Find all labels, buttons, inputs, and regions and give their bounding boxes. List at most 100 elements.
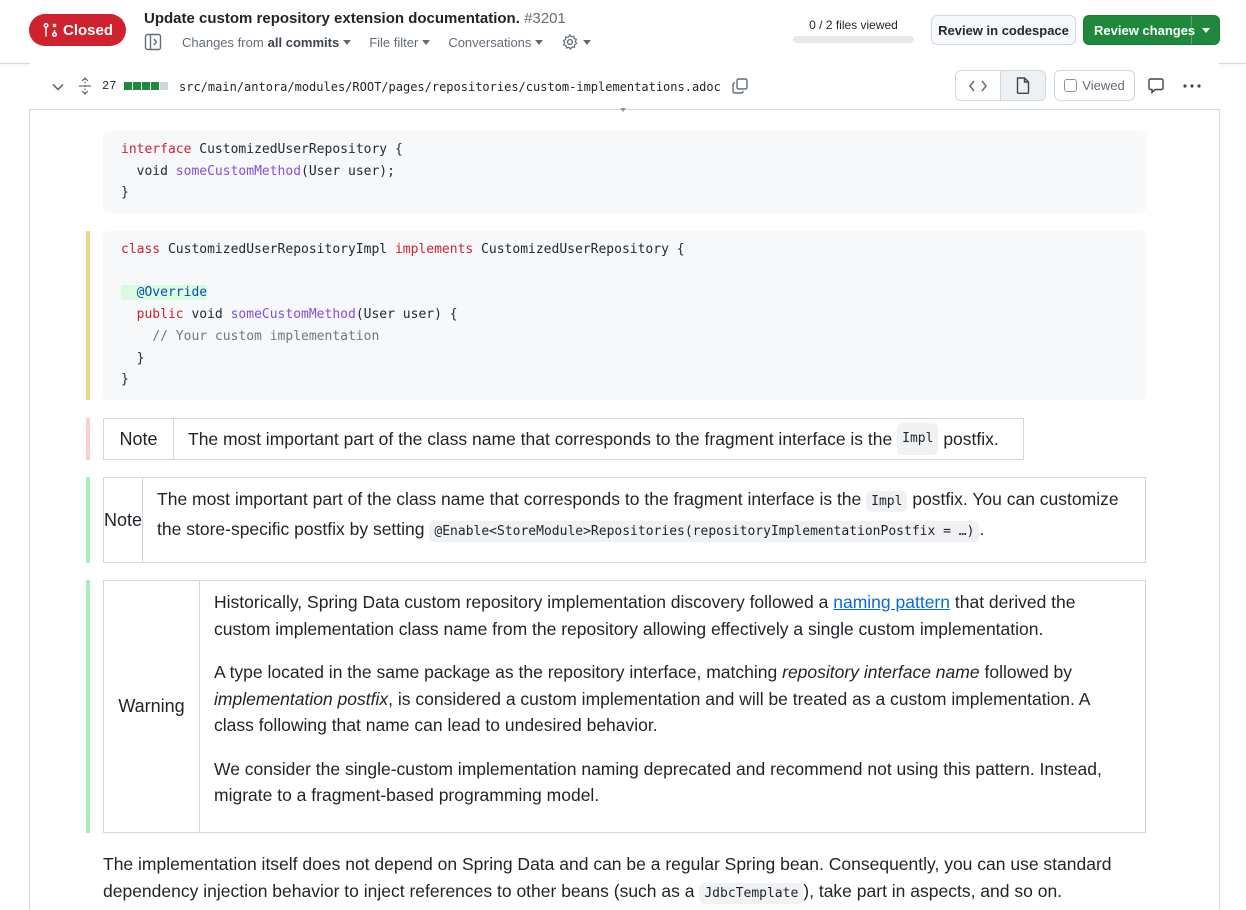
admonition-content: Historically, Spring Data custom reposit…	[200, 581, 1145, 832]
admonition-content: The most important part of the class nam…	[174, 419, 1013, 459]
code-text: CustomizedUserRepository {	[191, 142, 403, 157]
admonition-warning: Warning Historically, Spring Data custom…	[103, 580, 1146, 833]
admonition-text: The most important part of the class nam…	[188, 428, 893, 449]
rich-diff-button[interactable]	[1000, 71, 1045, 100]
inline-code: @Enable<StoreModule>Repositories(reposit…	[429, 520, 980, 542]
code-line: }	[121, 372, 129, 388]
pr-subnav: Changes from all commits File filter Con…	[144, 30, 609, 54]
code-block-interface: interface CustomizedUserRepository { voi…	[103, 131, 1146, 213]
admonition-text: postfix.	[943, 428, 999, 449]
diffstat-block	[133, 82, 141, 90]
code-text: CustomizedUserRepositoryImpl	[160, 242, 395, 257]
file-icon	[1016, 77, 1030, 94]
code-keyword: interface	[121, 142, 192, 157]
code-line: class CustomizedUserRepositoryImpl imple…	[121, 239, 1128, 261]
mark-viewed-button[interactable]: Viewed	[1054, 70, 1135, 101]
chevron-down-icon	[535, 39, 544, 45]
chevron-down-icon	[1201, 27, 1210, 33]
file-filter-dropdown[interactable]: File filter	[369, 34, 431, 50]
inline-code: Impl	[866, 491, 908, 512]
diffstat-block	[142, 82, 150, 90]
code-block-implementation: class CustomizedUserRepositoryImpl imple…	[103, 231, 1146, 400]
code-function: someCustomMethod	[230, 307, 356, 323]
pr-title[interactable]: Update custom repository extension docum…	[144, 10, 566, 27]
code-function: someCustomMethod	[175, 163, 302, 179]
admonition-content: The most important part of the class nam…	[143, 478, 1145, 562]
body-paragraph: The implementation itself does not depen…	[103, 851, 1143, 907]
chevron-down-icon	[422, 39, 431, 45]
naming-pattern-link[interactable]: naming pattern	[833, 592, 950, 612]
admonition-note-added: Note The most important part of the clas…	[103, 477, 1146, 563]
code-annotation-added: @Override	[121, 285, 208, 301]
pull-request-closed-icon	[43, 22, 58, 38]
commits-dropdown[interactable]: Changes from all commits	[182, 34, 352, 50]
code-text: (User user);	[301, 163, 395, 179]
code-line: void someCustomMethod(User user);	[121, 161, 1128, 183]
code-line: }	[121, 185, 129, 201]
change-indicator-added	[86, 477, 90, 563]
expand-all-icon[interactable]	[77, 77, 93, 95]
change-indicator-modified	[86, 231, 90, 400]
warning-text: followed by	[984, 662, 1073, 682]
warning-emphasis: repository interface name	[782, 662, 980, 682]
admonition-label: Note	[104, 419, 174, 459]
view-mode-toggle	[955, 70, 1046, 101]
collapse-chevron-icon[interactable]	[51, 80, 65, 94]
diffstat-block	[124, 82, 132, 90]
file-tree-toggle-icon[interactable]	[144, 33, 162, 51]
file-filter-label: File filter	[369, 34, 419, 50]
review-changes-button[interactable]: Review changes	[1083, 15, 1220, 45]
files-viewed-count: 0 / 2 files viewed	[809, 18, 898, 32]
conversations-label: Conversations	[448, 34, 532, 50]
code-text: (User user) {	[355, 307, 458, 323]
chevron-down-icon	[343, 39, 352, 45]
inline-code: Impl	[897, 422, 939, 456]
commits-dropdown-prefix: Changes from	[182, 34, 264, 50]
admonition-label: Note	[104, 478, 144, 562]
more-options-icon[interactable]	[1182, 77, 1202, 95]
code-line: @Override	[121, 282, 1128, 304]
comment-icon[interactable]	[1147, 77, 1165, 95]
viewed-checkbox[interactable]	[1064, 79, 1078, 92]
code-line: }	[121, 350, 145, 366]
diffstat-block	[151, 82, 159, 90]
pr-number: #3201	[524, 10, 566, 27]
code-keyword: public	[136, 307, 184, 323]
paragraph-text: ), take part in aspects, and so on.	[803, 880, 1063, 901]
source-diff-button[interactable]	[956, 71, 1000, 100]
file-path[interactable]: src/main/antora/modules/ROOT/pages/repos…	[179, 80, 721, 94]
admonition-note-removed: Note The most important part of the clas…	[103, 418, 1024, 460]
code-text: void	[183, 307, 231, 323]
file-header: 27 src/main/antora/modules/ROOT/pages/re…	[29, 64, 1220, 110]
diffstat-blocks	[124, 82, 168, 90]
diff-settings-dropdown[interactable]	[561, 33, 592, 51]
code-text: void	[121, 163, 176, 179]
warning-text: Historically, Spring Data custom reposit…	[214, 592, 829, 612]
code-keyword: class	[121, 242, 161, 257]
code-line: // Your custom implementation	[121, 326, 1128, 348]
chevron-down-icon	[583, 39, 592, 45]
code-comment: // Your custom implementation	[152, 328, 380, 344]
review-changes-dropdown-toggle[interactable]	[1191, 16, 1219, 44]
code-keyword: implements	[394, 242, 474, 257]
files-viewed-progress	[793, 36, 914, 43]
review-in-codespace-button[interactable]: Review in codespace	[931, 15, 1076, 45]
admonition-text: The most important part of the class nam…	[157, 489, 862, 509]
copy-icon[interactable]	[731, 77, 749, 95]
pr-title-text: Update custom repository extension docum…	[144, 10, 520, 27]
admonition-label: Warning	[104, 581, 200, 832]
gear-icon	[562, 33, 578, 50]
inline-code: JdbcTemplate	[699, 882, 804, 904]
code-line: public void someCustomMethod(User user) …	[121, 304, 1128, 326]
commits-dropdown-value: all commits	[267, 34, 340, 50]
warning-paragraph: We consider the single-custom implementa…	[214, 758, 1102, 806]
diffstat-count: 27	[102, 79, 117, 93]
warning-emphasis: implementation postfix	[214, 688, 389, 709]
code-icon	[969, 80, 987, 91]
conversations-dropdown[interactable]: Conversations	[448, 34, 544, 50]
pr-sticky-header: Closed Update custom repository extensio…	[0, 0, 1246, 64]
pr-state-label: Closed	[62, 21, 113, 39]
change-indicator-added	[86, 580, 90, 833]
chevron-down-icon	[620, 108, 626, 112]
